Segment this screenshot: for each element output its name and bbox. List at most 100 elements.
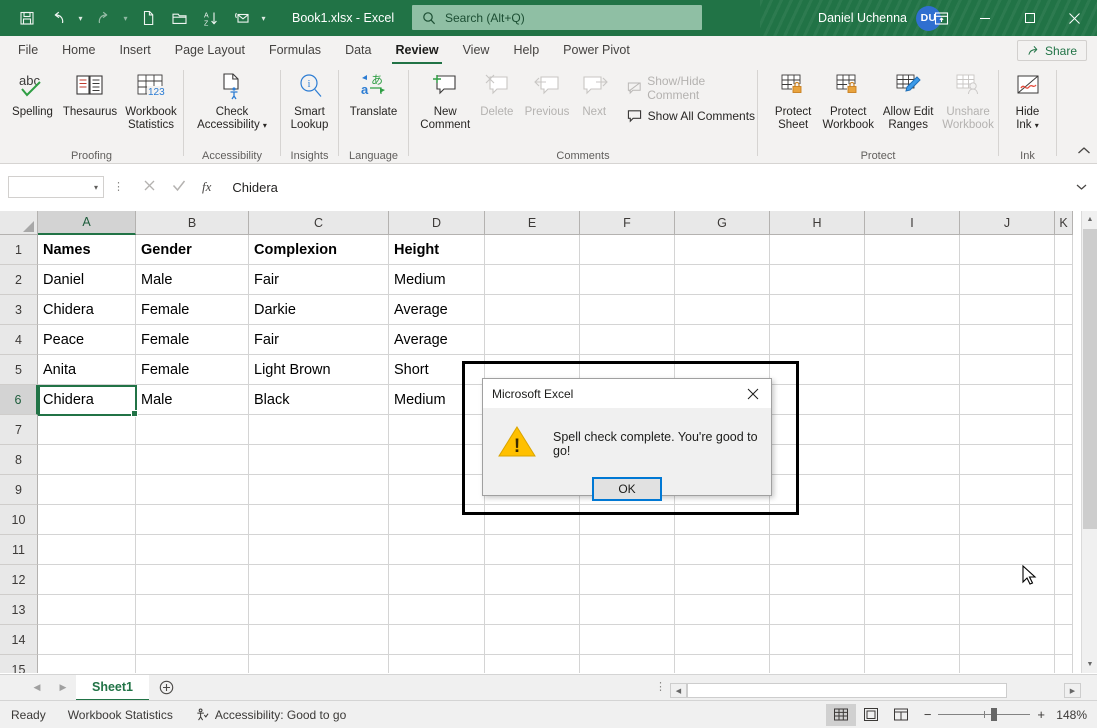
collapse-ribbon-chevron-icon[interactable] bbox=[1077, 146, 1091, 159]
zoom-out-minus-icon[interactable]: − bbox=[924, 707, 932, 722]
redo-dropdown-icon[interactable]: ▾ bbox=[119, 4, 132, 32]
show-all-comments-button[interactable]: Show All Comments bbox=[625, 105, 757, 127]
cell-h1[interactable] bbox=[770, 235, 865, 265]
undo-icon[interactable] bbox=[43, 4, 73, 32]
cell-g12[interactable] bbox=[675, 565, 770, 595]
cell-a11[interactable] bbox=[38, 535, 136, 565]
new-file-icon[interactable] bbox=[133, 4, 163, 32]
cell-b7[interactable] bbox=[136, 415, 249, 445]
cell-k14[interactable] bbox=[1055, 625, 1073, 655]
cell-i15[interactable] bbox=[865, 655, 960, 673]
cell-h2[interactable] bbox=[770, 265, 865, 295]
cell-h13[interactable] bbox=[770, 595, 865, 625]
cell-b5[interactable]: Female bbox=[136, 355, 249, 385]
column-header-f[interactable]: F bbox=[580, 211, 675, 235]
cell-f14[interactable] bbox=[580, 625, 675, 655]
cell-h11[interactable] bbox=[770, 535, 865, 565]
cell-j7[interactable] bbox=[960, 415, 1055, 445]
cell-j2[interactable] bbox=[960, 265, 1055, 295]
cell-c9[interactable] bbox=[249, 475, 389, 505]
cell-c11[interactable] bbox=[249, 535, 389, 565]
cell-b14[interactable] bbox=[136, 625, 249, 655]
cell-k3[interactable] bbox=[1055, 295, 1073, 325]
column-header-i[interactable]: I bbox=[865, 211, 960, 235]
scroll-left-icon[interactable]: ◀ bbox=[670, 683, 687, 698]
protect-workbook-button[interactable]: Protect Workbook bbox=[818, 67, 878, 132]
cell-j13[interactable] bbox=[960, 595, 1055, 625]
cell-e14[interactable] bbox=[485, 625, 580, 655]
cell-c7[interactable] bbox=[249, 415, 389, 445]
column-header-e[interactable]: E bbox=[485, 211, 580, 235]
chevron-down-icon[interactable]: ▾ bbox=[263, 121, 267, 130]
cell-i2[interactable] bbox=[865, 265, 960, 295]
cell-c8[interactable] bbox=[249, 445, 389, 475]
cell-d11[interactable] bbox=[389, 535, 485, 565]
cell-i1[interactable] bbox=[865, 235, 960, 265]
cell-h14[interactable] bbox=[770, 625, 865, 655]
row-header-2[interactable]: 2 bbox=[0, 265, 38, 295]
horizontal-scroll-track[interactable] bbox=[687, 683, 1064, 698]
cell-j14[interactable] bbox=[960, 625, 1055, 655]
scroll-right-icon[interactable]: ▶ bbox=[1064, 683, 1081, 698]
cell-j11[interactable] bbox=[960, 535, 1055, 565]
open-folder-icon[interactable] bbox=[164, 4, 194, 32]
column-header-c[interactable]: C bbox=[249, 211, 389, 235]
cell-a7[interactable] bbox=[38, 415, 136, 445]
email-icon[interactable] bbox=[226, 4, 256, 32]
cell-a5[interactable]: Anita bbox=[38, 355, 136, 385]
cell-a8[interactable] bbox=[38, 445, 136, 475]
tab-file[interactable]: File bbox=[6, 36, 50, 64]
cell-j6[interactable] bbox=[960, 385, 1055, 415]
sheet-bar-grip[interactable]: ⋮ bbox=[655, 683, 666, 692]
cell-g15[interactable] bbox=[675, 655, 770, 673]
cell-a14[interactable] bbox=[38, 625, 136, 655]
cell-e1[interactable] bbox=[485, 235, 580, 265]
previous-sheet-icon[interactable]: ◀ bbox=[24, 675, 50, 701]
row-header-13[interactable]: 13 bbox=[0, 595, 38, 625]
cell-i7[interactable] bbox=[865, 415, 960, 445]
cell-k9[interactable] bbox=[1055, 475, 1073, 505]
insert-function-fx-icon[interactable]: fx bbox=[202, 179, 211, 195]
cell-f4[interactable] bbox=[580, 325, 675, 355]
cell-c15[interactable] bbox=[249, 655, 389, 673]
cell-a12[interactable] bbox=[38, 565, 136, 595]
cell-h12[interactable] bbox=[770, 565, 865, 595]
cell-j10[interactable] bbox=[960, 505, 1055, 535]
cancel-x-icon[interactable] bbox=[143, 179, 156, 195]
zoom-track[interactable] bbox=[938, 714, 1030, 715]
tab-data[interactable]: Data bbox=[333, 36, 383, 64]
cell-k2[interactable] bbox=[1055, 265, 1073, 295]
hide-ink-button[interactable]: Hide Ink ▾ bbox=[1002, 67, 1054, 132]
cell-b2[interactable]: Male bbox=[136, 265, 249, 295]
undo-dropdown-icon[interactable]: ▾ bbox=[74, 4, 87, 32]
horizontal-scroll-thumb[interactable] bbox=[687, 683, 1007, 698]
page-break-preview-icon[interactable] bbox=[886, 704, 916, 726]
row-header-9[interactable]: 9 bbox=[0, 475, 38, 505]
cell-f2[interactable] bbox=[580, 265, 675, 295]
column-header-d[interactable]: D bbox=[389, 211, 485, 235]
tab-power-pivot[interactable]: Power Pivot bbox=[551, 36, 642, 64]
cell-d12[interactable] bbox=[389, 565, 485, 595]
row-header-11[interactable]: 11 bbox=[0, 535, 38, 565]
vertical-scrollbar[interactable]: ▲ ▼ bbox=[1081, 211, 1097, 673]
status-accessibility[interactable]: Accessibility: Good to go bbox=[184, 708, 357, 722]
row-header-3[interactable]: 3 bbox=[0, 295, 38, 325]
cell-f15[interactable] bbox=[580, 655, 675, 673]
cell-b1[interactable]: Gender bbox=[136, 235, 249, 265]
expand-formula-bar-icon[interactable] bbox=[1070, 176, 1092, 198]
cell-b10[interactable] bbox=[136, 505, 249, 535]
row-header-12[interactable]: 12 bbox=[0, 565, 38, 595]
cell-i11[interactable] bbox=[865, 535, 960, 565]
cell-i6[interactable] bbox=[865, 385, 960, 415]
cell-j15[interactable] bbox=[960, 655, 1055, 673]
cell-b3[interactable]: Female bbox=[136, 295, 249, 325]
cell-d15[interactable] bbox=[389, 655, 485, 673]
cell-a9[interactable] bbox=[38, 475, 136, 505]
tab-insert[interactable]: Insert bbox=[108, 36, 163, 64]
select-all-corner[interactable] bbox=[0, 211, 38, 235]
cell-d2[interactable]: Medium bbox=[389, 265, 485, 295]
chevron-down-icon[interactable]: ▾ bbox=[1035, 121, 1039, 130]
cell-f13[interactable] bbox=[580, 595, 675, 625]
cell-b4[interactable]: Female bbox=[136, 325, 249, 355]
cell-e4[interactable] bbox=[485, 325, 580, 355]
